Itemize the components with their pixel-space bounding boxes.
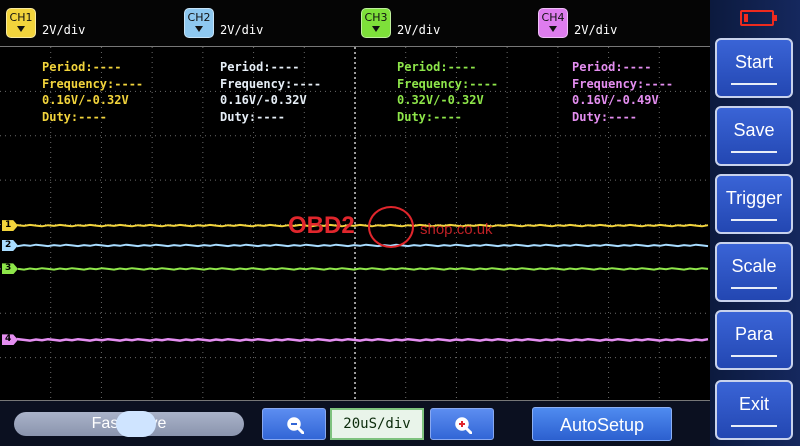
car-logo-icon	[368, 206, 414, 248]
chevron-down-icon	[195, 26, 203, 32]
ch1-frequency: Frequency:----	[42, 76, 144, 91]
ch2-trace	[17, 243, 709, 248]
ch1-duty: Duty:----	[42, 109, 108, 124]
chevron-down-icon	[372, 26, 380, 32]
ch1-scale: 2V/div	[42, 23, 86, 37]
ch3-period: Period:----	[397, 60, 477, 74]
watermark-domain: shop.co.uk	[420, 221, 493, 238]
bottom-toolbar: Fast Move 20uS/div AutoSetup	[0, 401, 710, 446]
ch1-period: Period:----	[42, 60, 122, 74]
waveform-display[interactable]: Period:---- Frequency:---- 0.16V/-0.32V …	[0, 46, 710, 402]
ch4-period: Period:----	[572, 60, 652, 74]
ch3-measurements: Period:---- Frequency:---- 0.32V/-0.32V …	[397, 59, 498, 125]
ch4-trace	[16, 337, 709, 342]
chevron-down-icon	[17, 26, 25, 32]
scale-button[interactable]: Scale	[715, 242, 793, 302]
fast-move-slider[interactable]: Fast Move	[14, 411, 244, 437]
ch4-measurements: Period:---- Frequency:---- 0.16V/-0.49V …	[572, 59, 673, 125]
ch3-duty: Duty:----	[397, 109, 463, 124]
start-button[interactable]: Start	[715, 38, 793, 98]
watermark-brand: OBD2	[288, 212, 355, 239]
ch2-badge[interactable]: CH2	[184, 8, 214, 38]
battery-level	[744, 14, 748, 22]
ch2-period: Period:----	[220, 60, 300, 74]
ch2-measurements: Period:---- Frequency:---- 0.16V/-0.32V …	[220, 59, 321, 125]
ch1-voltage: 0.16V/-0.32V	[42, 93, 129, 107]
ch2-voltage: 0.16V/-0.32V	[220, 93, 307, 107]
ch3-scale: 2V/div	[397, 23, 441, 37]
ch1-measurements: Period:---- Frequency:---- 0.16V/-0.32V …	[42, 59, 143, 125]
ch3-frequency: Frequency:----	[397, 76, 499, 91]
ch4-frequency: Frequency:----	[572, 76, 674, 91]
magnifier-minus-icon	[287, 417, 304, 434]
trigger-button[interactable]: Trigger	[715, 174, 793, 234]
exit-button[interactable]: Exit	[715, 380, 793, 440]
timebase-display: 20uS/div	[330, 408, 424, 440]
ch3-voltage: 0.32V/-0.32V	[397, 93, 484, 107]
control-panel: Start Save Trigger Scale Para Exit	[710, 0, 800, 446]
save-button[interactable]: Save	[715, 106, 793, 166]
chevron-down-icon	[549, 26, 557, 32]
ch4-badge[interactable]: CH4	[538, 8, 568, 38]
ch2-duty: Duty:----	[220, 109, 286, 124]
ch2-scale: 2V/div	[220, 23, 264, 37]
channel-bar: CH1 2V/div CH2 2V/div CH3 2V/div CH4 2V/…	[0, 0, 710, 46]
para-button[interactable]: Para	[715, 310, 793, 370]
ch2-frequency: Frequency:----	[220, 76, 322, 91]
ch1-trace	[17, 223, 709, 228]
magnifier-plus-icon	[455, 417, 472, 434]
ch4-scale: 2V/div	[574, 23, 618, 37]
zoom-out-button[interactable]	[262, 408, 326, 440]
ch3-badge[interactable]: CH3	[361, 8, 391, 38]
ch3-trace	[17, 267, 709, 271]
ch4-voltage: 0.16V/-0.49V	[572, 93, 659, 107]
ch1-badge[interactable]: CH1	[6, 8, 36, 38]
battery-low-icon	[740, 10, 777, 26]
slider-knob[interactable]	[116, 411, 156, 437]
autosetup-button[interactable]: AutoSetup	[532, 407, 672, 441]
zoom-in-button[interactable]	[430, 408, 494, 440]
ch4-duty: Duty:----	[572, 109, 638, 124]
